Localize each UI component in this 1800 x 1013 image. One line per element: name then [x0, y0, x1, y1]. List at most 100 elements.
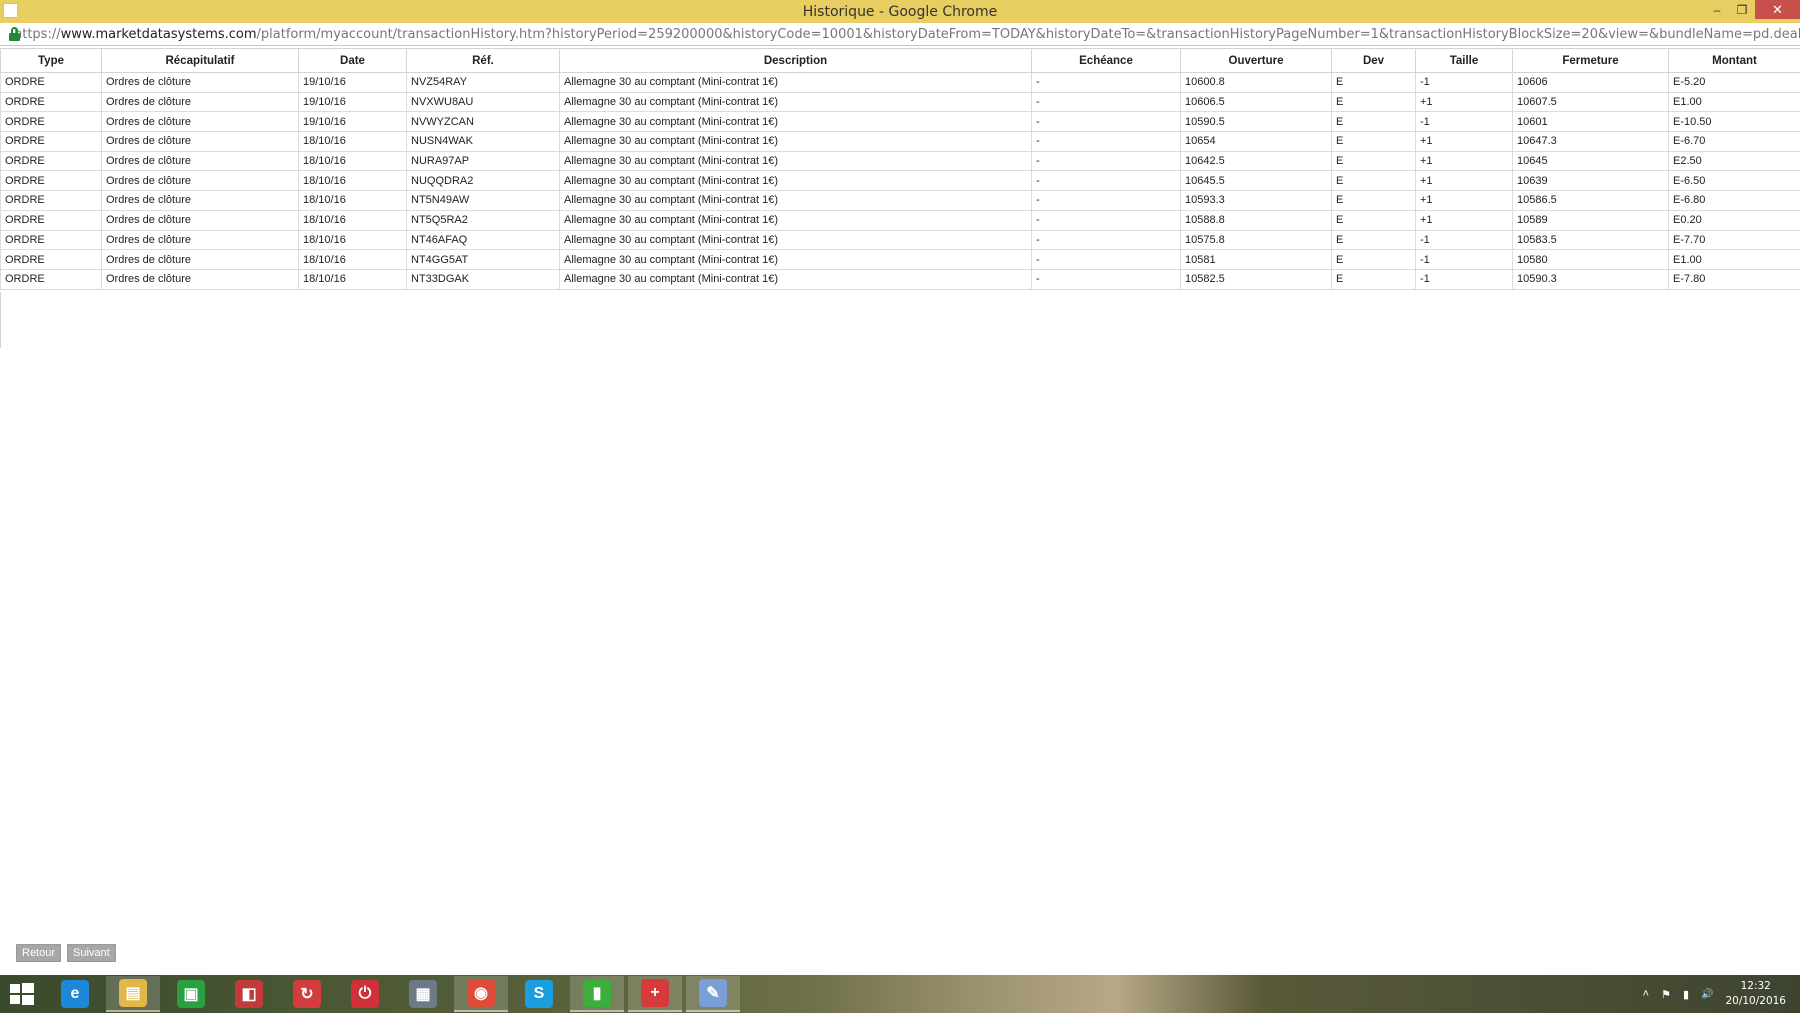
window-title-bar[interactable]: Historique - Google Chrome – ❐ ✕ — [0, 0, 1800, 23]
table-row[interactable]: ORDRE Ordres de clôture 18/10/16 NUQQDRA2 Al… — [0, 170, 1800, 192]
table-row[interactable]: ORDRE Ordres de clôture 18/10/16 NT33DGAK Al… — [0, 268, 1800, 290]
taskbar-item[interactable]: ✎ — [686, 976, 740, 1012]
transaction-history-table-container: Type Récapitulatif Date Réf. Description… — [0, 48, 1800, 290]
cell-fermeture: 10601 — [1512, 111, 1669, 133]
taskbar-item[interactable]: ▮ — [570, 976, 624, 1012]
cell-fermeture: 10589 — [1512, 209, 1669, 231]
cell-type: ORDRE — [0, 268, 102, 290]
chrome-icon: ◉ — [467, 979, 495, 1007]
cell-ouverture: 10606.5 — [1180, 91, 1332, 113]
col-header-recap[interactable]: Récapitulatif — [101, 48, 299, 73]
cell-description: Allemagne 30 au comptant (Mini-contrat 1… — [559, 249, 1032, 270]
cell-ouverture: 10581 — [1180, 249, 1332, 270]
cell-ouverture: 10642.5 — [1180, 150, 1332, 172]
taskbar-item[interactable]: ◉ — [454, 976, 508, 1012]
cell-recap: Ordres de clôture — [101, 268, 299, 290]
cell-recap: Ordres de clôture — [101, 249, 299, 270]
paint-icon: ✎ — [699, 979, 727, 1007]
start-button[interactable] — [8, 982, 36, 1006]
col-header-ouverture[interactable]: Ouverture — [1180, 48, 1332, 73]
clock-date: 20/10/2016 — [1725, 995, 1786, 1007]
table-row[interactable]: ORDRE Ordres de clôture 18/10/16 NT4GG5AT Al… — [0, 249, 1800, 270]
cell-ref: NURA97AP — [406, 150, 560, 172]
cell-type: ORDRE — [0, 111, 102, 133]
col-header-montant[interactable]: Montant — [1668, 48, 1800, 73]
cell-fermeture: 10590.3 — [1512, 268, 1669, 290]
cell-date: 18/10/16 — [298, 249, 407, 270]
cell-description: Allemagne 30 au comptant (Mini-contrat 1… — [559, 268, 1032, 290]
clock[interactable]: 12:32 20/10/2016 — [1725, 979, 1786, 1009]
back-button[interactable]: Retour — [16, 944, 62, 962]
col-header-type[interactable]: Type — [0, 48, 102, 73]
sync-icon: ↻ — [293, 980, 321, 1008]
table-row[interactable]: ORDRE Ordres de clôture 18/10/16 NT5N49AW Al… — [0, 190, 1800, 211]
cell-montant: E-6.50 — [1668, 170, 1800, 192]
table-row[interactable]: ORDRE Ordres de clôture 18/10/16 NURA97AP Al… — [0, 150, 1800, 172]
cell-ref: NUSN4WAK — [406, 131, 560, 152]
tray-chevron-icon[interactable]: ˄ — [1643, 988, 1649, 1000]
taskbar-item[interactable]: ▣ — [164, 976, 218, 1012]
taskbar-item[interactable]: ◧ — [222, 976, 276, 1012]
col-header-date[interactable]: Date — [298, 48, 407, 73]
cell-montant: E-10.50 — [1668, 111, 1800, 133]
cell-ouverture: 10600.8 — [1180, 72, 1332, 93]
cell-montant: E-7.80 — [1668, 268, 1800, 290]
store-icon: ▣ — [177, 980, 205, 1008]
cell-date: 18/10/16 — [298, 131, 407, 152]
cell-echeance: - — [1031, 111, 1181, 133]
volume-icon[interactable]: 🔊 — [1701, 989, 1713, 1000]
cell-ref: NT33DGAK — [406, 268, 560, 290]
medical-plus-icon: + — [641, 979, 669, 1007]
table-empty-area — [0, 292, 2, 348]
taskbar-item[interactable]: ▤ — [106, 976, 160, 1012]
network-icon[interactable]: ▮ — [1683, 988, 1689, 1001]
cell-dev: E — [1331, 249, 1416, 270]
cell-montant: E1.00 — [1668, 91, 1800, 113]
cell-fermeture: 10606 — [1512, 72, 1669, 93]
cell-type: ORDRE — [0, 91, 102, 113]
taskbar-item[interactable]: + — [628, 976, 682, 1012]
col-header-dev[interactable]: Dev — [1331, 48, 1416, 73]
url-text[interactable]: https://www.marketdatasystems.com/platfo… — [14, 27, 1800, 42]
cell-description: Allemagne 30 au comptant (Mini-contrat 1… — [559, 131, 1032, 152]
col-header-taille[interactable]: Taille — [1415, 48, 1513, 73]
col-header-description[interactable]: Description — [559, 48, 1032, 73]
taskbar-item[interactable]: ▦ — [396, 976, 450, 1012]
cell-dev: E — [1331, 111, 1416, 133]
action-center-flag-icon[interactable]: ⚑ — [1661, 988, 1671, 1001]
cell-echeance: - — [1031, 229, 1181, 251]
table-row[interactable]: ORDRE Ordres de clôture 19/10/16 NVZ54RAY Al… — [0, 72, 1800, 93]
cell-type: ORDRE — [0, 190, 102, 211]
cell-echeance: - — [1031, 209, 1181, 231]
col-header-echeance[interactable]: Echéance — [1031, 48, 1181, 73]
taskbar-item[interactable]: ⏻ — [338, 976, 392, 1012]
table-header-row: Type Récapitulatif Date Réf. Description… — [0, 48, 1800, 73]
cell-taille: -1 — [1415, 268, 1513, 290]
address-bar[interactable]: https://www.marketdatasystems.com/platfo… — [0, 23, 1800, 46]
cell-recap: Ordres de clôture — [101, 209, 299, 231]
cell-montant: E2.50 — [1668, 150, 1800, 172]
taskbar-item[interactable]: S — [512, 976, 566, 1012]
table-row[interactable]: ORDRE Ordres de clôture 18/10/16 NT46AFAQ Al… — [0, 229, 1800, 251]
taskbar-item[interactable]: e — [48, 976, 102, 1012]
cell-montant: E-5.20 — [1668, 72, 1800, 93]
col-header-fermeture[interactable]: Fermeture — [1512, 48, 1669, 73]
table-row[interactable]: ORDRE Ordres de clôture 18/10/16 NT5Q5RA2 Al… — [0, 209, 1800, 231]
cell-fermeture: 10607.5 — [1512, 91, 1669, 113]
table-row[interactable]: ORDRE Ordres de clôture 19/10/16 NVWYZCAN Al… — [0, 111, 1800, 133]
cell-echeance: - — [1031, 72, 1181, 93]
next-button[interactable]: Suivant — [67, 944, 116, 962]
cell-taille: -1 — [1415, 111, 1513, 133]
taskbar-item[interactable]: ↻ — [280, 976, 334, 1012]
cell-type: ORDRE — [0, 209, 102, 231]
cell-dev: E — [1331, 150, 1416, 172]
url-host: www.marketdatasystems.com — [60, 26, 257, 42]
cell-ref: NVXWU8AU — [406, 91, 560, 113]
minimize-button[interactable]: – — [1705, 0, 1729, 19]
col-header-ref[interactable]: Réf. — [406, 48, 560, 73]
table-row[interactable]: ORDRE Ordres de clôture 19/10/16 NVXWU8AU Al… — [0, 91, 1800, 113]
maximize-button[interactable]: ❐ — [1730, 0, 1754, 19]
close-button[interactable]: ✕ — [1755, 0, 1800, 19]
cell-type: ORDRE — [0, 150, 102, 172]
table-row[interactable]: ORDRE Ordres de clôture 18/10/16 NUSN4WAK Al… — [0, 131, 1800, 152]
